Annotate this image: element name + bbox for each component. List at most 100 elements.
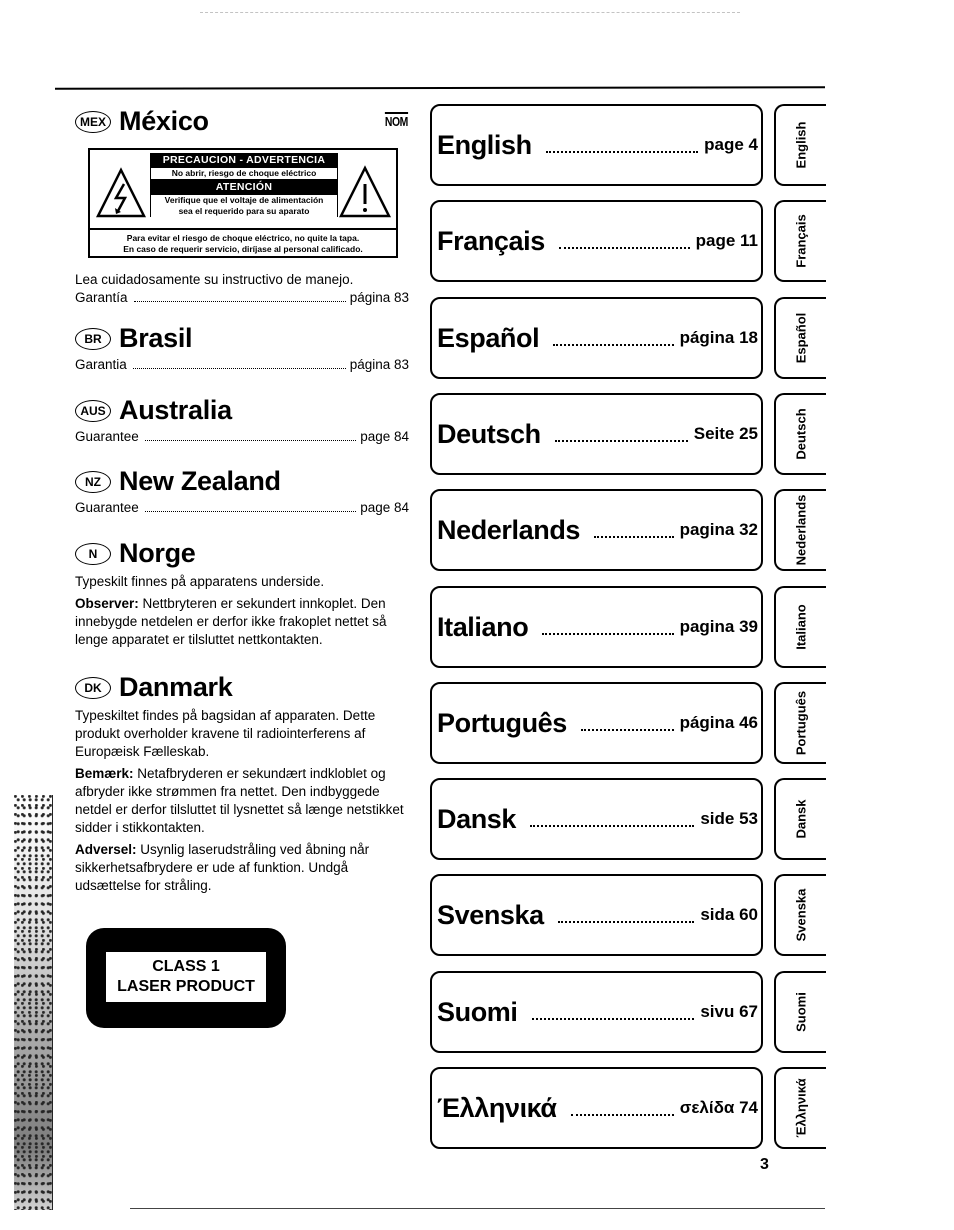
- warning-line-text: sea el requerido para su aparato: [178, 206, 310, 216]
- language-page-ref: sida 60: [700, 905, 758, 924]
- country-title: Norge: [119, 538, 196, 568]
- warning-line-text: Verifique que el voltaje de alimentación: [164, 195, 324, 205]
- language-page-ref: page 11: [695, 231, 758, 250]
- language-name: Deutsch: [437, 418, 541, 449]
- warning-line: No abrir, riesgo de choque eléctrico: [150, 167, 338, 180]
- country-title: New Zealand: [119, 466, 281, 496]
- language-name: Français: [437, 225, 545, 256]
- guarantee-row: Guarantee page 84: [75, 499, 409, 517]
- leader-dots: [570, 1114, 674, 1116]
- language-tab[interactable]: Español: [774, 297, 826, 379]
- language-tab[interactable]: Italiano: [774, 586, 826, 668]
- guarantee-row: Garantía página 83: [75, 289, 409, 307]
- leader-dots: [144, 511, 357, 512]
- scan-artifact: [200, 12, 740, 17]
- country-heading-mexico: MEX México: [75, 106, 411, 137]
- language-tab-label: English: [793, 121, 809, 169]
- guarantee-label: Guarantee: [75, 429, 139, 444]
- language-page-ref: side 53: [700, 809, 758, 828]
- warning-footer: Para evitar el riesgo de choque eléctric…: [90, 228, 396, 256]
- leader-dots: [545, 151, 699, 153]
- language-page-ref: page 4: [704, 135, 758, 154]
- norge-text: Typeskilt finnes på apparatens underside…: [75, 574, 325, 589]
- language-entry[interactable]: Nederlands pagina 32: [430, 489, 763, 571]
- language-tab-label: Español: [793, 312, 809, 364]
- leader-dots: [132, 368, 346, 369]
- guarantee-page-ref: página 83: [349, 357, 409, 372]
- leader-dots: [133, 301, 346, 302]
- language-page-ref: sivu 67: [700, 1002, 758, 1021]
- warning-line: Verifique que el voltaje de alimentación…: [150, 194, 338, 217]
- language-entry[interactable]: Svenska sida 60: [430, 874, 763, 956]
- language-entry[interactable]: Español página 18: [430, 297, 763, 379]
- language-entry[interactable]: Suomi sivu 67: [430, 971, 763, 1053]
- page-number: 3: [760, 1156, 769, 1173]
- country-badge: BR: [75, 327, 111, 350]
- danmark-bemaerk-note: Bemærk: Netafbryderen er sekundært indkl…: [75, 765, 413, 837]
- language-page-ref: Seite 25: [693, 424, 758, 443]
- language-tab-label: Έλληνικά: [793, 1078, 809, 1138]
- language-page-ref: σελίδα 74: [679, 1098, 758, 1117]
- class-1-laser-product-label: CLASS 1 LASER PRODUCT: [86, 928, 286, 1028]
- language-tab[interactable]: English: [774, 104, 826, 186]
- country-badge: DK: [75, 676, 111, 699]
- language-tab-label: Svenska: [793, 888, 809, 942]
- language-tab[interactable]: Français: [774, 200, 826, 282]
- country-title: Brasil: [119, 323, 193, 353]
- language-tab-label: Nederlands: [793, 494, 809, 566]
- warning-footer-line: Para evitar el riesgo de choque eléctric…: [126, 233, 360, 243]
- laser-product: LASER PRODUCT: [117, 978, 255, 995]
- language-tab[interactable]: Έλληνικά: [774, 1067, 826, 1149]
- language-entry[interactable]: Dansk side 53: [430, 778, 763, 860]
- language-entry[interactable]: Português página 46: [430, 682, 763, 764]
- language-name: Português: [437, 707, 567, 738]
- language-tab[interactable]: Nederlands: [774, 489, 826, 571]
- language-tab-label: Italiano: [793, 604, 809, 650]
- guarantee-row: Garantia página 83: [75, 356, 409, 374]
- language-page-ref: página 46: [679, 713, 758, 732]
- language-tab[interactable]: Dansk: [774, 778, 826, 860]
- laser-class: CLASS 1: [152, 958, 220, 975]
- language-page-ref: pagina 39: [679, 617, 758, 636]
- language-tab[interactable]: Suomi: [774, 971, 826, 1053]
- language-tab-label: Dansk: [793, 799, 809, 839]
- language-entry[interactable]: Έλληνικά σελίδα 74: [430, 1067, 763, 1149]
- norge-section: N Norge Typeskilt finnes på apparatens u…: [75, 538, 411, 649]
- australia-section: AUS Australia Guarantee page 84: [75, 395, 409, 446]
- language-entry[interactable]: English page 4: [430, 104, 763, 186]
- attention-header: ATENCIÓN: [150, 180, 338, 194]
- country-heading-australia: AUS Australia: [75, 395, 409, 426]
- language-name: Dansk: [437, 803, 517, 834]
- guarantee-row: Guarantee page 84: [75, 428, 409, 446]
- mexico-instruction-text: Lea cuidadosamente su instructivo de man…: [75, 272, 354, 287]
- norge-observer-note: Observer: Nettbryteren er sekundert innk…: [75, 595, 411, 649]
- language-tab[interactable]: Svenska: [774, 874, 826, 956]
- country-title: Australia: [119, 395, 232, 425]
- country-badge: MEX: [75, 110, 112, 133]
- country-heading-danmark: DK Danmark: [75, 672, 413, 703]
- leader-dots: [580, 729, 674, 731]
- note-label: Bemærk:: [75, 766, 134, 781]
- language-entry[interactable]: Italiano pagina 39: [430, 586, 763, 668]
- language-name: Español: [437, 322, 540, 353]
- guarantee-label: Guarantee: [75, 500, 139, 515]
- language-tab[interactable]: Português: [774, 682, 826, 764]
- language-tab-label: Português: [793, 690, 809, 756]
- language-page-ref: página 18: [679, 328, 758, 347]
- new-zealand-section: NZ New Zealand Guarantee page 84: [75, 466, 409, 517]
- language-name: Έλληνικά: [437, 1092, 557, 1123]
- warning-header: PRECAUCION - ADVERTENCIA: [150, 153, 338, 167]
- language-tab[interactable]: Deutsch: [774, 393, 826, 475]
- country-badge: N: [75, 542, 111, 565]
- guarantee-page-ref: page 84: [360, 429, 409, 444]
- language-name: Nederlands: [437, 514, 581, 545]
- leader-dots: [144, 440, 357, 441]
- leader-dots: [530, 825, 695, 827]
- language-tab-label: Français: [793, 214, 809, 268]
- leader-dots: [553, 344, 674, 346]
- bottom-rule: [130, 1208, 825, 1209]
- note-label: Observer:: [75, 596, 139, 611]
- language-entry[interactable]: Français page 11: [430, 200, 763, 282]
- country-heading-brasil: BR Brasil: [75, 323, 409, 354]
- language-entry[interactable]: Deutsch Seite 25: [430, 393, 763, 475]
